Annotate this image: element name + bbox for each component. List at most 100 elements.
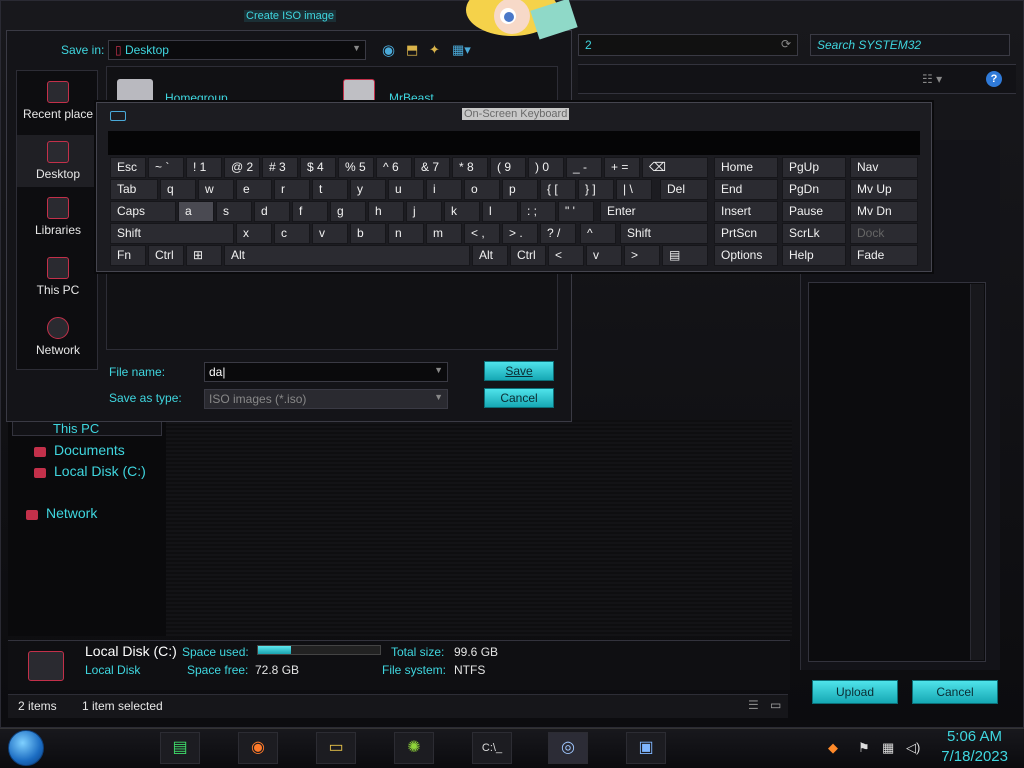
key-[interactable]: | \ <box>616 179 652 200</box>
key-scrlk[interactable]: ScrLk <box>782 223 846 244</box>
place-this-pc[interactable]: This PC <box>17 257 99 297</box>
help-icon[interactable]: ? <box>986 71 1002 87</box>
key-[interactable]: ? / <box>540 223 576 244</box>
save-in-dropdown[interactable]: ▯ Desktop ▼ <box>108 40 366 60</box>
place-recent[interactable]: Recent place <box>17 81 99 121</box>
key-enter[interactable]: Enter <box>600 201 708 222</box>
cancel-button[interactable]: Cancel <box>484 388 554 408</box>
key-[interactable]: ~ ` <box>148 157 184 178</box>
key-shift[interactable]: Shift <box>110 223 234 244</box>
taskbar-rdp-icon[interactable]: ▣ <box>626 732 666 764</box>
key-b[interactable]: b <box>350 223 386 244</box>
new-folder-icon[interactable]: ✦ <box>429 42 440 58</box>
key-mvdn[interactable]: Mv Dn <box>850 201 918 222</box>
key-esc[interactable]: Esc <box>110 157 146 178</box>
clock-time[interactable]: 5:06 AM <box>942 728 1002 745</box>
key-g[interactable]: g <box>330 201 366 222</box>
taskbar-lime-icon[interactable]: ✺ <box>394 732 434 764</box>
address-bar[interactable]: 2 ⟳ <box>578 34 798 56</box>
place-desktop[interactable]: Desktop <box>17 135 99 187</box>
key-pgdn[interactable]: PgDn <box>782 179 846 200</box>
key-n[interactable]: n <box>388 223 424 244</box>
large-icons-view-icon[interactable]: ▭ <box>770 698 781 712</box>
upload-button[interactable]: Upload <box>812 680 898 704</box>
nav-item-local-disk[interactable]: Local Disk (C:) <box>34 463 146 479</box>
upload-scrollbar[interactable] <box>970 284 984 660</box>
view-options-icon[interactable]: ☷ ▾ <box>922 72 942 86</box>
key-dock[interactable]: Dock <box>850 223 918 244</box>
clock-date[interactable]: 7/18/2023 <box>930 748 1008 765</box>
key-q[interactable]: q <box>160 179 196 200</box>
key-1[interactable]: ! 1 <box>186 157 222 178</box>
key-h[interactable]: h <box>368 201 404 222</box>
key-[interactable]: < <box>548 245 584 266</box>
taskbar-notes-icon[interactable]: ▤ <box>160 732 200 764</box>
details-view-icon[interactable]: ☰ <box>748 698 759 712</box>
key-[interactable]: ▤ <box>662 245 708 266</box>
key-[interactable]: : ; <box>520 201 556 222</box>
key-alt[interactable]: Alt <box>472 245 508 266</box>
key-[interactable]: ⊞ <box>186 245 222 266</box>
key-8[interactable]: * 8 <box>452 157 488 178</box>
refresh-icon[interactable]: ⟳ <box>781 37 791 51</box>
nav-item-this-pc[interactable]: This PC <box>12 420 162 436</box>
key-e[interactable]: e <box>236 179 272 200</box>
place-libraries[interactable]: Libraries <box>17 197 99 237</box>
key-j[interactable]: j <box>406 201 442 222</box>
key-ctrl[interactable]: Ctrl <box>510 245 546 266</box>
key-d[interactable]: d <box>254 201 290 222</box>
tray-flag-icon[interactable]: ⚑ <box>858 740 870 756</box>
key-pause[interactable]: Pause <box>782 201 846 222</box>
key-f[interactable]: f <box>292 201 328 222</box>
key-tab[interactable]: Tab <box>110 179 158 200</box>
key-u[interactable]: u <box>388 179 424 200</box>
file-view[interactable] <box>166 420 792 636</box>
key-nav[interactable]: Nav <box>850 157 918 178</box>
start-button[interactable] <box>8 730 44 766</box>
save-as-type-dropdown[interactable]: ISO images (*.iso) ▼ <box>204 389 448 409</box>
key-t[interactable]: t <box>312 179 348 200</box>
key-o[interactable]: o <box>464 179 500 200</box>
key-[interactable]: } ] <box>578 179 614 200</box>
key-home[interactable]: Home <box>714 157 778 178</box>
key-0[interactable]: ) 0 <box>528 157 564 178</box>
key-2[interactable]: @ 2 <box>224 157 260 178</box>
tray-network-icon[interactable]: ▦ <box>882 740 894 756</box>
taskbar-firefox-icon[interactable]: ◉ <box>238 732 278 764</box>
key-a[interactable]: a <box>178 201 214 222</box>
key-prtscn[interactable]: PrtScn <box>714 223 778 244</box>
key-7[interactable]: & 7 <box>414 157 450 178</box>
key-v[interactable]: v <box>312 223 348 244</box>
taskbar-file-explorer-icon[interactable]: ▭ <box>316 732 356 764</box>
key-l[interactable]: l <box>482 201 518 222</box>
key-end[interactable]: End <box>714 179 778 200</box>
key-p[interactable]: p <box>502 179 538 200</box>
key-[interactable]: > . <box>502 223 538 244</box>
key-k[interactable]: k <box>444 201 480 222</box>
key-c[interactable]: c <box>274 223 310 244</box>
key-mvup[interactable]: Mv Up <box>850 179 918 200</box>
key-alt[interactable]: Alt <box>224 245 470 266</box>
key-shift[interactable]: Shift <box>620 223 708 244</box>
place-network[interactable]: Network <box>17 317 99 357</box>
search-input[interactable]: Search SYSTEM32 <box>810 34 1010 56</box>
key-[interactable]: < , <box>464 223 500 244</box>
key-[interactable]: ⌫ <box>642 157 708 178</box>
key-options[interactable]: Options <box>714 245 778 266</box>
key-pgup[interactable]: PgUp <box>782 157 846 178</box>
key-fn[interactable]: Fn <box>110 245 146 266</box>
key-insert[interactable]: Insert <box>714 201 778 222</box>
key-4[interactable]: $ 4 <box>300 157 336 178</box>
key-fade[interactable]: Fade <box>850 245 918 266</box>
tray-volume-icon[interactable]: ◁) <box>906 740 920 756</box>
back-icon[interactable]: ◉ <box>382 41 395 59</box>
file-name-input[interactable]: da| ▼ <box>204 362 448 382</box>
key-del[interactable]: Del <box>660 179 708 200</box>
key-[interactable]: { [ <box>540 179 576 200</box>
upload-cancel-button[interactable]: Cancel <box>912 680 998 704</box>
key-y[interactable]: y <box>350 179 386 200</box>
key-w[interactable]: w <box>198 179 234 200</box>
upload-list[interactable] <box>808 282 986 662</box>
taskbar-iso-tool-icon[interactable]: ◎ <box>548 732 588 764</box>
key-[interactable]: " ' <box>558 201 594 222</box>
